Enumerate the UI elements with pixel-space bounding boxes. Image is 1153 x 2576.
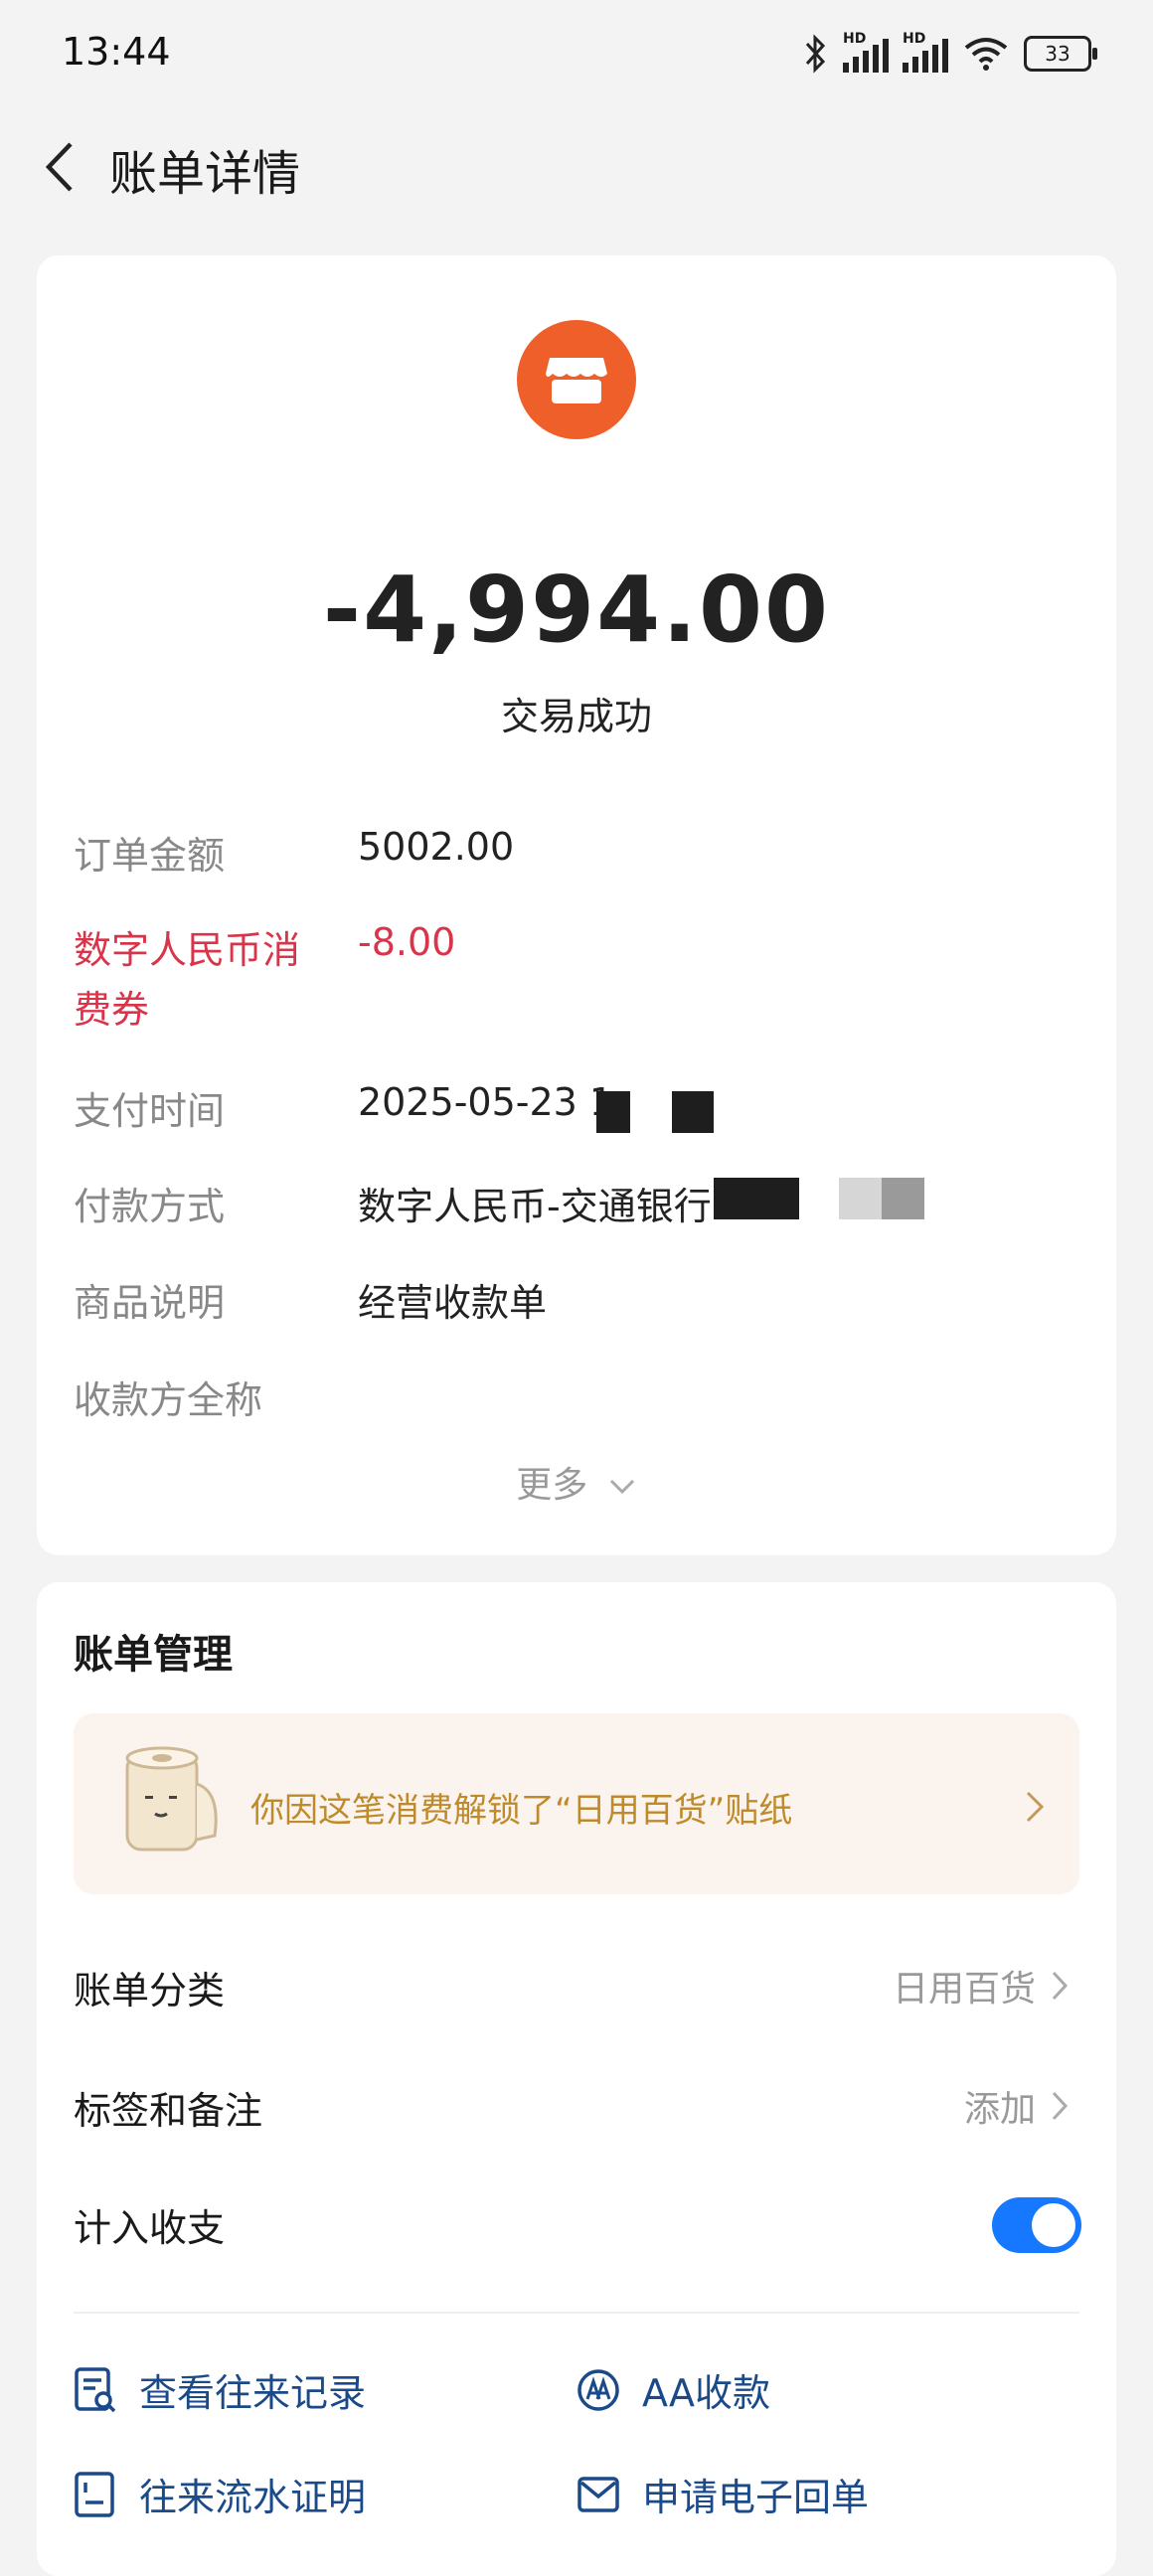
more-label: 更多 bbox=[516, 1465, 588, 1506]
aa-collect-label: AA收款 bbox=[642, 2371, 771, 2415]
redaction-mark bbox=[839, 1178, 924, 1219]
order-amount-value: 5002.00 bbox=[358, 825, 515, 869]
payment-method-value: 数字人民币-交通银行 bbox=[358, 1185, 712, 1228]
pay-time-value: 2025-05-23 1 bbox=[358, 1080, 614, 1124]
e-receipt-label: 申请电子回单 bbox=[642, 2476, 870, 2519]
coupon-label: 数字人民币消费券 bbox=[74, 928, 301, 1032]
view-records-button[interactable]: 查看往来记录 bbox=[74, 2362, 366, 2417]
cell-signal-icon: HD bbox=[903, 31, 948, 73]
wifi-icon bbox=[964, 38, 1008, 71]
pay-time-label: 支付时间 bbox=[74, 1089, 226, 1133]
payment-method-label: 付款方式 bbox=[74, 1185, 226, 1228]
bill-category-label: 账单分类 bbox=[74, 1969, 226, 2012]
payee-name-label: 收款方全称 bbox=[74, 1378, 263, 1422]
status-time: 13:44 bbox=[62, 30, 171, 74]
redaction-mark bbox=[596, 1091, 630, 1133]
tags-notes-label: 标签和备注 bbox=[74, 2089, 263, 2133]
transaction-amount: -4,994.00 bbox=[322, 557, 831, 663]
coupon-value: -8.00 bbox=[358, 920, 456, 964]
bill-category-selector[interactable]: 日用百货 bbox=[893, 1960, 1070, 2012]
back-button[interactable] bbox=[30, 137, 89, 197]
mail-icon bbox=[577, 2476, 619, 2512]
battery-icon: 33 bbox=[1024, 36, 1097, 72]
order-amount-label: 订单金额 bbox=[74, 834, 226, 878]
cell-signal-icon: HD bbox=[843, 31, 889, 73]
shop-icon bbox=[517, 320, 636, 439]
page-title: 账单详情 bbox=[109, 146, 301, 202]
divider bbox=[74, 2312, 1079, 2314]
chevron-right-icon bbox=[1052, 1971, 1069, 2001]
tags-notes-value: 添加 bbox=[963, 2089, 1036, 2130]
toggle-knob bbox=[1032, 2203, 1075, 2247]
aa-collect-button[interactable]: AA收款 bbox=[576, 2362, 770, 2417]
tissue-roll-sticker-icon bbox=[99, 1744, 229, 1863]
count-in-toggle[interactable] bbox=[992, 2197, 1081, 2253]
redaction-mark bbox=[714, 1178, 799, 1219]
chevron-left-icon bbox=[45, 142, 73, 192]
product-desc-value: 经营收款单 bbox=[358, 1281, 548, 1325]
redaction-mark bbox=[672, 1091, 714, 1133]
chevron-right-icon bbox=[1052, 2091, 1069, 2121]
product-desc-label: 商品说明 bbox=[74, 1281, 226, 1325]
sticker-banner-text: 你因这笔消费解锁了“日用百货”贴纸 bbox=[250, 1791, 793, 1831]
chevron-right-icon bbox=[1024, 1789, 1046, 1829]
transaction-status: 交易成功 bbox=[500, 695, 652, 738]
statement-proof-button[interactable]: 往来流水证明 bbox=[74, 2467, 366, 2521]
bill-management-title: 账单管理 bbox=[74, 1632, 233, 1678]
transaction-card bbox=[37, 255, 1116, 1555]
more-toggle[interactable]: 更多 bbox=[0, 1456, 1153, 1508]
aa-icon bbox=[577, 2368, 619, 2411]
count-in-label: 计入收支 bbox=[74, 2206, 226, 2250]
statement-proof-label: 往来流水证明 bbox=[139, 2476, 367, 2519]
chevron-down-icon bbox=[609, 1479, 634, 1495]
bluetooth-icon bbox=[805, 34, 826, 74]
status-icons: HD HD 33 bbox=[803, 30, 1097, 78]
record-search-icon bbox=[75, 2366, 116, 2412]
view-records-label: 查看往来记录 bbox=[139, 2371, 367, 2415]
e-receipt-button[interactable]: 申请电子回单 bbox=[576, 2467, 869, 2521]
document-icon bbox=[75, 2471, 114, 2517]
bill-category-value: 日用百货 bbox=[892, 1969, 1036, 2010]
tags-notes-add[interactable]: 添加 bbox=[964, 2080, 1070, 2132]
